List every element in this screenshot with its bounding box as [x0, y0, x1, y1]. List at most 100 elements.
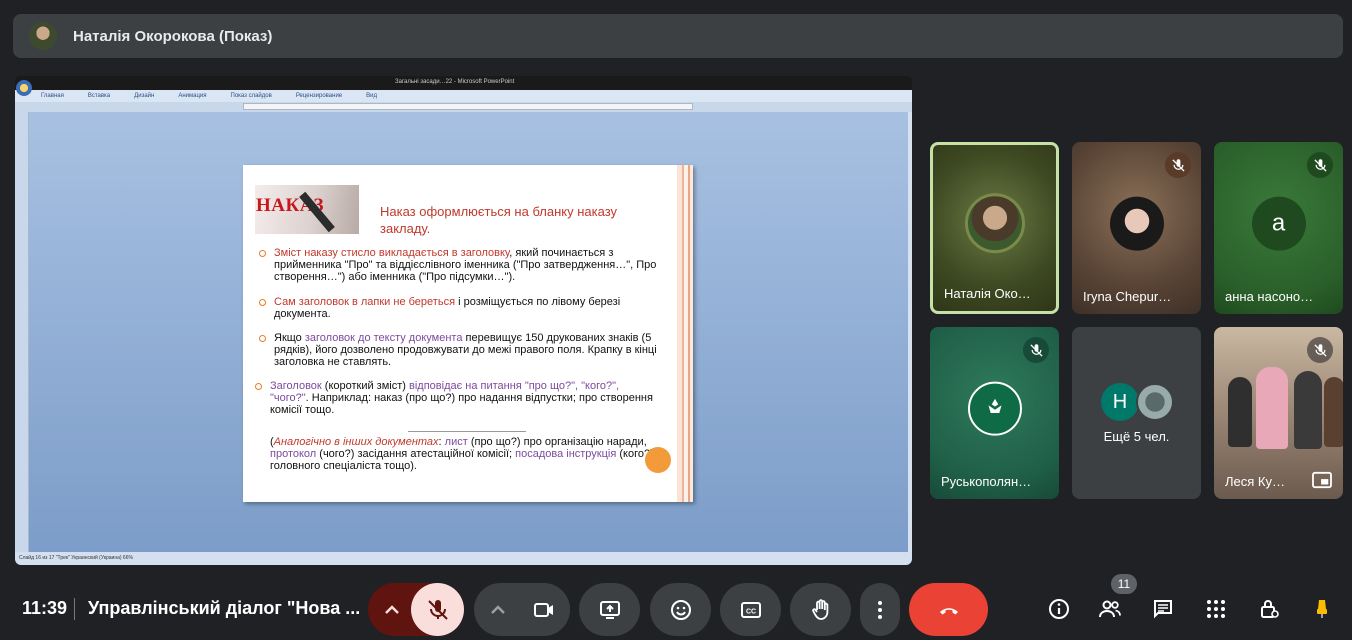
- mic-off-icon: [1023, 337, 1049, 363]
- more-participants-tile[interactable]: Н Ещё 5 чел.: [1072, 327, 1201, 499]
- host-lock-icon: [1261, 600, 1279, 618]
- slide-note: (Аналогічно в інших документах: лист (пр…: [270, 436, 660, 472]
- mic-off-icon: [1307, 152, 1333, 178]
- activities-button[interactable]: [1200, 593, 1232, 625]
- school-logo-icon: [967, 381, 1022, 436]
- emoji-reaction-button[interactable]: [650, 583, 711, 636]
- horizontal-ruler-bar: [15, 102, 912, 112]
- bullet-icon: [259, 335, 266, 342]
- presenter-title: Наталія Окорокова (Показ): [73, 27, 273, 45]
- bullet-icon: [255, 383, 262, 390]
- yellow-extension-icon: [1317, 600, 1327, 618]
- participant-tile-4[interactable]: Руськополян…: [930, 327, 1059, 499]
- pointer-highlight-icon: [645, 447, 671, 473]
- video-person: [1228, 377, 1252, 447]
- slide-bullet-2: Сам заголовок в лапки не береться і розм…: [259, 296, 679, 320]
- note-highlight: Аналогічно в інших документах: [273, 436, 439, 448]
- vertical-ruler: [15, 112, 29, 552]
- present-screen-button[interactable]: [579, 583, 640, 636]
- more-vertical-icon: [878, 600, 882, 619]
- mic-off-icon: [1165, 152, 1191, 178]
- ribbon-tab: Дизайн: [134, 93, 155, 99]
- note-term-3: посадова інструкція: [515, 448, 617, 460]
- mic-off-icon: [427, 599, 448, 620]
- slide-decor-stripes: [677, 165, 693, 502]
- note-term-1: лист: [444, 436, 468, 448]
- mic-options-button[interactable]: [368, 583, 416, 636]
- leave-call-button[interactable]: [909, 583, 988, 636]
- more-participants-label: Ещё 5 чел.: [1103, 429, 1170, 444]
- meeting-info-button[interactable]: [1043, 593, 1075, 625]
- slide-bullet-3: Якщо заголовок до тексту документа перев…: [259, 332, 659, 368]
- bullet-1-highlight: Зміст наказу стисло викладається в загол…: [274, 247, 510, 259]
- participant-avatar: [1136, 383, 1174, 421]
- chat-button[interactable]: [1147, 593, 1179, 625]
- camera-options-button[interactable]: [474, 583, 522, 636]
- bullet-4-text-1: (короткий зміст): [321, 380, 409, 392]
- ribbon-tab: Рецензирование: [295, 93, 343, 99]
- chat-icon: [1154, 600, 1172, 619]
- office-button-icon: [16, 80, 32, 96]
- participant-tile-6[interactable]: Леся Ку…: [1214, 327, 1343, 499]
- slide-bullet-4: Заголовок (короткий зміст) відповідає на…: [255, 380, 659, 416]
- bullet-icon: [259, 250, 266, 257]
- powerpoint-window-title: Загальні засади…22 - Microsoft PowerPoin…: [395, 79, 515, 85]
- note-text-2: (чого?) засідання атестаційної комісії;: [316, 448, 516, 460]
- more-options-button[interactable]: [860, 583, 900, 636]
- participant-name: Iryna Chepur…: [1083, 289, 1172, 304]
- note-term-2: протокол: [270, 448, 317, 460]
- powerpoint-titlebar: Загальні засади…22 - Microsoft PowerPoin…: [15, 76, 912, 90]
- bullet-2-highlight: Сам заголовок в лапки не береться: [274, 296, 456, 308]
- bullet-3-prefix: Якщо: [274, 332, 305, 344]
- ribbon-tab: Показ слайдов: [230, 93, 272, 99]
- ribbon-tab: Вид: [366, 93, 378, 99]
- participant-tile-3[interactable]: a анна насоно…: [1214, 142, 1343, 314]
- ribbon-tab: Анимация: [178, 93, 207, 99]
- divider: [74, 598, 75, 620]
- slide: НАКАЗ Наказ оформлюється на бланку наказ…: [243, 165, 693, 502]
- note-text-1: (про що?) про організацію наради,: [467, 436, 647, 448]
- end-call-icon: [939, 607, 958, 614]
- powerpoint-statusbar: Слайд 16 из 17 "Трек" Украинский (Украин…: [15, 552, 912, 565]
- camera-control-group: [474, 583, 570, 636]
- picture-in-picture-icon[interactable]: [1311, 471, 1333, 489]
- video-person: [1324, 377, 1343, 447]
- powerpoint-ribbon: Главная Вставка Дизайн Анимация Показ сл…: [15, 90, 912, 102]
- info-icon: [1049, 599, 1069, 619]
- closed-captions-icon: CC: [740, 601, 761, 618]
- extension-button[interactable]: [1306, 593, 1338, 625]
- apps-grid-icon: [1207, 600, 1225, 618]
- participant-count-badge: 11: [1111, 574, 1137, 594]
- emoji-icon: [670, 599, 691, 620]
- bullet-icon: [259, 299, 266, 306]
- participant-name: Леся Ку…: [1225, 474, 1285, 489]
- video-camera-icon: [533, 602, 553, 617]
- participant-tile-2[interactable]: Iryna Chepur…: [1072, 142, 1201, 314]
- participant-avatar: [1109, 196, 1164, 251]
- bullet-4-text-2: . Наприклад: наказ (про що?) про надання…: [270, 392, 653, 416]
- captions-button[interactable]: CC: [720, 583, 781, 636]
- presenter-avatar: [29, 22, 57, 50]
- people-button[interactable]: [1094, 593, 1126, 625]
- mic-toggle-button[interactable]: [411, 583, 464, 636]
- raise-hand-icon: [811, 598, 828, 620]
- host-controls-button[interactable]: [1253, 593, 1285, 625]
- video-person: [1256, 367, 1288, 449]
- participant-initial-avatar: Н: [1101, 383, 1139, 421]
- slide-separator: [408, 431, 526, 432]
- participant-initial-avatar: a: [1251, 196, 1306, 251]
- mic-control-group: [368, 583, 464, 636]
- ribbon-tab: Вставка: [87, 93, 111, 99]
- slide-logo-image: НАКАЗ: [255, 185, 359, 234]
- vertical-scrollbar: [908, 112, 912, 552]
- slide-heading: Наказ оформлюється на бланку наказу закл…: [380, 204, 618, 236]
- participant-name: анна насоно…: [1225, 289, 1314, 304]
- ribbon-tab: Главная: [41, 93, 64, 99]
- mic-off-icon: [1307, 337, 1333, 363]
- clock: 11:39: [22, 598, 68, 618]
- horizontal-ruler: [243, 103, 693, 110]
- raise-hand-button[interactable]: [790, 583, 851, 636]
- camera-toggle-button[interactable]: [517, 583, 570, 636]
- shared-screen[interactable]: Загальні засади…22 - Microsoft PowerPoin…: [15, 76, 912, 565]
- participant-tile-1[interactable]: Наталія Око…: [930, 142, 1059, 314]
